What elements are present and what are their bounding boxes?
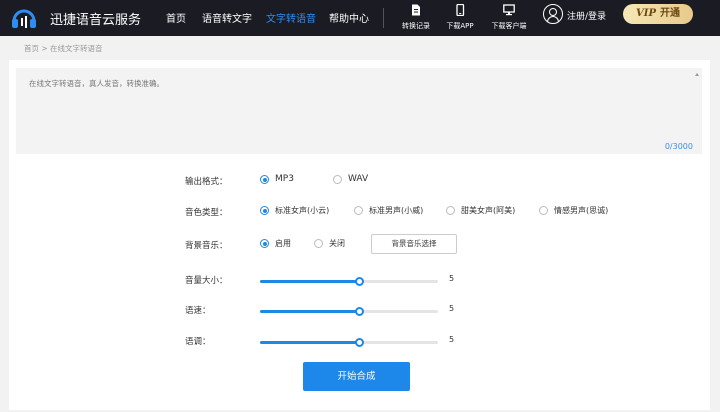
speed-label: 语速： <box>185 306 211 316</box>
radio-unselected-icon[interactable] <box>314 239 323 248</box>
slider-fill <box>260 280 360 283</box>
radio-unselected-icon[interactable] <box>333 175 342 184</box>
radio-unselected-icon[interactable] <box>354 206 363 215</box>
download-client-label: 下载客户端 <box>491 22 527 30</box>
format-option-label: MP3 <box>275 174 294 184</box>
slider-fill <box>260 341 360 344</box>
text-input-area[interactable]: 在线文字转语音，真人发音，转换准确。 0/3000 <box>16 68 702 154</box>
radio-selected-icon[interactable] <box>260 175 269 184</box>
monitor-icon <box>503 4 515 16</box>
nav-home[interactable]: 首页 <box>166 10 186 25</box>
voice-option-label: 情感男声(思诚) <box>554 206 609 215</box>
speed-slider[interactable] <box>260 306 438 316</box>
header-divider <box>383 8 384 28</box>
user-avatar-icon[interactable] <box>543 4 563 24</box>
bg-music-label: 背景音乐： <box>185 241 228 251</box>
bg-music-option-label: 启用 <box>275 239 291 248</box>
vip-open-button[interactable]: VIP 开通 <box>623 4 693 24</box>
scroll-up-arrow-icon[interactable] <box>695 73 699 76</box>
tts-panel: 在线文字转语音，真人发音，转换准确。 0/3000 输出格式： MP3 WAV … <box>9 60 710 410</box>
document-icon <box>412 4 420 16</box>
breadcrumb[interactable]: 首页 > 在线文字转语音 <box>24 43 103 54</box>
vip-open-label: 开通 <box>659 8 680 19</box>
format-label: 输出格式： <box>185 177 228 187</box>
conversion-history-label: 转换记录 <box>402 22 430 30</box>
radio-selected-icon[interactable] <box>260 206 269 215</box>
slider-handle[interactable] <box>355 338 365 347</box>
format-option-label: WAV <box>348 174 369 184</box>
radio-unselected-icon[interactable] <box>539 206 548 215</box>
pitch-value: 5 <box>449 335 455 344</box>
slider-handle[interactable] <box>355 307 365 316</box>
bg-music-select-button[interactable]: 背景音乐选择 <box>371 234 457 254</box>
nav-text-to-speech[interactable]: 文字转语音 <box>266 10 316 25</box>
download-client-button[interactable]: 下载客户端 <box>484 4 534 31</box>
volume-value: 5 <box>449 274 455 283</box>
voice-option-label: 标准男声(小威) <box>369 206 424 215</box>
voice-option-label: 甜美女声(阿美) <box>461 206 516 215</box>
radio-unselected-icon[interactable] <box>446 206 455 215</box>
brand-name[interactable]: 迅捷语音云服务 <box>50 9 141 28</box>
nav-speech-to-text[interactable]: 语音转文字 <box>202 10 252 25</box>
volume-slider[interactable] <box>260 276 438 286</box>
download-app-button[interactable]: 下载APP <box>435 4 485 31</box>
text-input-placeholder: 在线文字转语音，真人发音，转换准确。 <box>29 79 164 88</box>
slider-handle[interactable] <box>355 277 365 286</box>
phone-icon <box>456 4 465 16</box>
speed-value: 5 <box>449 304 455 313</box>
download-app-label: 下载APP <box>446 22 474 30</box>
radio-selected-icon[interactable] <box>260 239 269 248</box>
pitch-slider[interactable] <box>260 337 438 347</box>
top-header: 迅捷语音云服务 首页 语音转文字 文字转语音 帮助中心 转换记录 下载APP 下… <box>0 0 720 36</box>
char-count: 0/3000 <box>664 142 693 151</box>
slider-fill <box>260 310 360 313</box>
conversion-history-button[interactable]: 转换记录 <box>391 4 441 31</box>
register-login-link[interactable]: 注册/登录 <box>567 9 606 22</box>
voice-label: 音色类型： <box>185 208 228 218</box>
nav-help-center[interactable]: 帮助中心 <box>329 10 369 25</box>
pitch-label: 语调： <box>185 337 211 347</box>
headphones-logo-icon[interactable] <box>10 6 38 30</box>
vip-badge: VIP <box>636 8 656 19</box>
bg-music-option-label: 关闭 <box>329 239 345 248</box>
voice-option-label: 标准女声(小云) <box>275 206 330 215</box>
start-synthesis-button[interactable]: 开始合成 <box>303 362 410 391</box>
volume-label: 音量大小： <box>185 276 228 286</box>
